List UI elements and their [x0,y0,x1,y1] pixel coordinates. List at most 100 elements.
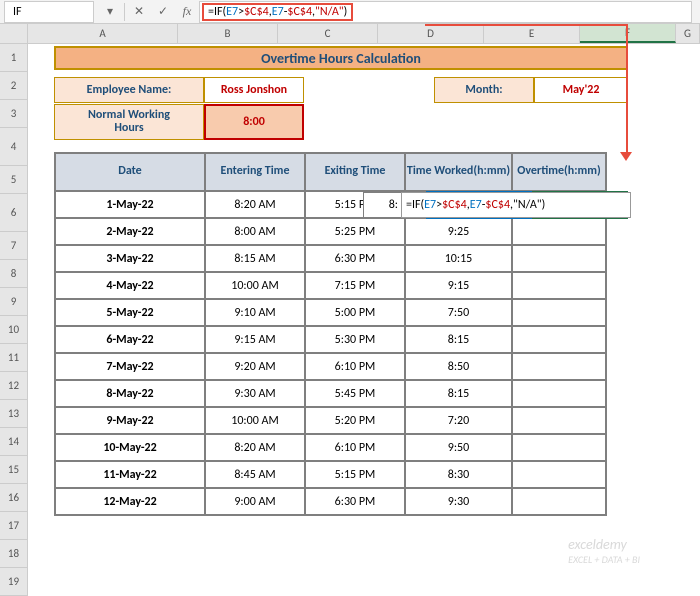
formula-bar: IF ▾ ✕ ✓ fx =IF(E7>$C$4,E7-$C$4,"N/A") [0,0,700,24]
cell[interactable]: 12-May-22 [55,488,205,515]
cell[interactable]: 11-May-22 [55,461,205,488]
row-header-4[interactable]: 4 [0,128,28,166]
cell[interactable]: 2-May-22 [55,218,205,245]
cell-f7-editing[interactable]: =IF(E7>$C$4,E7-$C$4,"N/A") [401,192,631,218]
col-header-e[interactable]: E [484,24,580,43]
cell[interactable]: 8:20 AM [205,434,305,461]
cell[interactable] [512,272,606,299]
cell[interactable]: 9:10 AM [205,299,305,326]
col-header-a[interactable]: A [28,24,178,43]
cell[interactable]: 10:00 AM [205,407,305,434]
cell[interactable]: 1-May-22 [55,191,205,218]
cell[interactable]: 5:45 PM [305,380,405,407]
row-header-5[interactable]: 5 [0,166,28,194]
cell[interactable]: 8:15 AM [205,245,305,272]
cell[interactable]: 9:30 [405,488,512,515]
row-header-7[interactable]: 7 [0,232,28,260]
normal-hours-value[interactable]: 8:00 [204,104,304,140]
cell[interactable]: 5:25 PM [305,218,405,245]
callout-arrow [425,24,628,26]
row-header-17[interactable]: 17 [0,512,28,540]
col-header-g[interactable]: G [676,24,700,43]
cell[interactable] [512,461,606,488]
cell[interactable] [512,488,606,515]
row-header-3[interactable]: 3 [0,100,28,128]
col-header-b[interactable]: B [178,24,278,43]
row-header-1[interactable]: 1 [0,44,28,72]
header-date: Date [55,153,205,191]
cell[interactable]: 6-May-22 [55,326,205,353]
dropdown-icon[interactable]: ▾ [98,1,122,23]
cell[interactable]: 9:30 AM [205,380,305,407]
cell[interactable]: 5-May-22 [55,299,205,326]
cell[interactable] [512,326,606,353]
row-header-9[interactable]: 9 [0,288,28,316]
cell[interactable]: 10-May-22 [55,434,205,461]
row-header-12[interactable]: 12 [0,372,28,400]
cell[interactable] [512,245,606,272]
row-headers: 12345678910111213141516171819 [0,44,28,596]
cancel-icon[interactable]: ✕ [127,1,151,23]
cell[interactable]: 5:15 PM [305,461,405,488]
select-all-corner[interactable] [0,24,28,43]
cell[interactable]: 4-May-22 [55,272,205,299]
cell[interactable]: 9-May-22 [55,407,205,434]
cell[interactable]: 8:15 [405,380,512,407]
cell[interactable]: 8:00 AM [205,218,305,245]
row-header-6[interactable]: 6 [0,194,28,232]
cell[interactable]: 6:10 PM [305,353,405,380]
cell[interactable] [512,299,606,326]
formula-input[interactable]: =IF(E7>$C$4,E7-$C$4,"N/A") [199,1,692,23]
cell[interactable]: 7:20 [405,407,512,434]
cell[interactable]: 9:25 [405,218,512,245]
cell[interactable]: 8:45 AM [205,461,305,488]
cell[interactable]: 9:50 [405,434,512,461]
cells-area: Overtime Hours Calculation Employee Name… [28,44,700,596]
row-header-2[interactable]: 2 [0,72,28,100]
cell[interactable]: 9:15 [405,272,512,299]
row-header-19[interactable]: 19 [0,568,28,596]
cell[interactable]: 5:30 PM [305,326,405,353]
row-header-18[interactable]: 18 [0,540,28,568]
name-box[interactable]: IF [4,1,94,23]
cell[interactable]: 6:30 PM [305,245,405,272]
cell[interactable] [512,380,606,407]
fx-icon[interactable]: fx [175,1,199,23]
cell[interactable] [512,218,606,245]
cell[interactable]: 7:15 PM [305,272,405,299]
row-header-11[interactable]: 11 [0,344,28,372]
cell[interactable]: 5:00 PM [305,299,405,326]
cell[interactable]: 5:20 PM [305,407,405,434]
employee-name-value[interactable]: Ross Jonshon [204,77,304,103]
cell[interactable]: 10:00 AM [205,272,305,299]
cell[interactable]: 6:30 PM [305,488,405,515]
col-header-d[interactable]: D [378,24,484,43]
cell[interactable] [512,407,606,434]
row-header-13[interactable]: 13 [0,400,28,428]
col-header-f[interactable]: F [580,24,676,43]
cell[interactable]: 9:15 AM [205,326,305,353]
cell[interactable]: 10:15 [405,245,512,272]
cell[interactable]: 8:50 [405,353,512,380]
cell[interactable]: 6:10 PM [305,434,405,461]
cell[interactable] [512,434,606,461]
cell[interactable]: 8:20 AM [205,191,305,218]
row-header-8[interactable]: 8 [0,260,28,288]
row-header-10[interactable]: 10 [0,316,28,344]
row-header-15[interactable]: 15 [0,456,28,484]
cell[interactable]: 8-May-22 [55,380,205,407]
cell[interactable]: 7:50 [405,299,512,326]
enter-icon[interactable]: ✓ [151,1,175,23]
cell[interactable] [512,353,606,380]
month-value[interactable]: May'22 [534,77,628,103]
cell[interactable]: 8:30 [405,461,512,488]
col-header-c[interactable]: C [278,24,378,43]
row-header-14[interactable]: 14 [0,428,28,456]
row-header-16[interactable]: 16 [0,484,28,512]
cell[interactable]: 7-May-22 [55,353,205,380]
table-row: 10-May-228:20 AM6:10 PM9:50 [55,434,606,461]
cell[interactable]: 9:00 AM [205,488,305,515]
cell[interactable]: 8:15 [405,326,512,353]
cell[interactable]: 3-May-22 [55,245,205,272]
cell[interactable]: 9:20 AM [205,353,305,380]
